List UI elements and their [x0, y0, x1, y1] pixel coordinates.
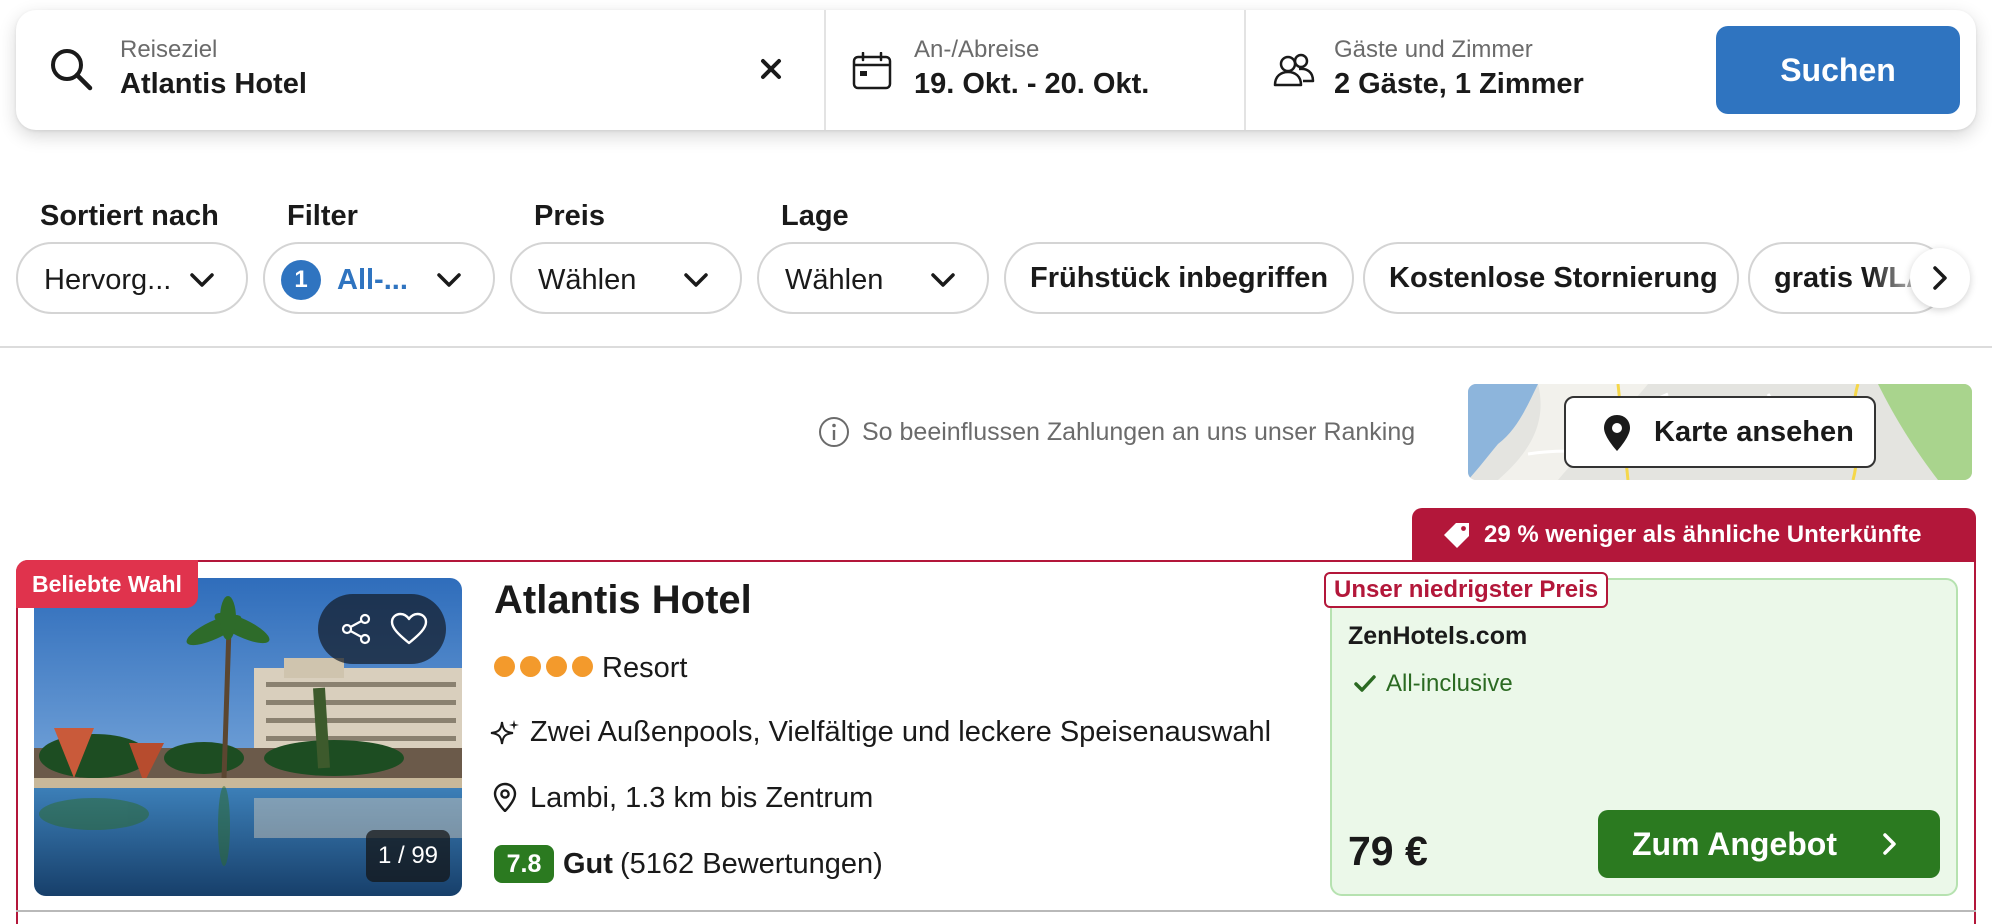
price-label: Preis: [534, 200, 605, 232]
check-icon: [1354, 675, 1376, 692]
deal-ribbon-text: 29 % weniger als ähnliche Unterkünfte: [1484, 521, 1922, 548]
view-map-label: Karte ansehen: [1654, 416, 1854, 448]
photo-actions: [318, 594, 446, 664]
info-icon: [819, 417, 849, 447]
location-pin-icon: [493, 782, 517, 812]
price-dropdown[interactable]: Wählen: [510, 242, 742, 314]
chevron-right-icon: [1933, 266, 1947, 290]
star-icon: [572, 656, 593, 677]
tag-icon: [1444, 523, 1469, 548]
section-divider: [0, 346, 1992, 348]
destination-value[interactable]: Atlantis Hotel: [120, 68, 307, 101]
star-icon: [494, 656, 515, 677]
guests-label: Gäste und Zimmer: [1334, 36, 1533, 63]
sparkle-icon: [490, 720, 519, 745]
ranking-text: So beeinflussen Zahlungen an uns unser R…: [862, 418, 1416, 446]
guests-value[interactable]: 2 Gäste, 1 Zimmer: [1334, 68, 1584, 101]
calendar-icon: [852, 52, 892, 90]
star-icon: [546, 656, 567, 677]
chevron-down-icon: [684, 273, 708, 287]
view-offer-label: Zum Angebot: [1632, 826, 1837, 862]
card-divider: [16, 910, 1976, 912]
photo-counter: 1 / 99: [366, 830, 450, 882]
star-icon: [520, 656, 541, 677]
board-text: All-inclusive: [1386, 670, 1513, 697]
hotel-name[interactable]: Atlantis Hotel: [494, 578, 752, 623]
star-rating: [494, 656, 598, 680]
chip-free-cancellation[interactable]: Kostenlose Stornierung: [1363, 242, 1739, 314]
map-pin-icon: [1604, 415, 1630, 451]
guests-field[interactable]: Gäste und Zimmer 2 Gäste, 1 Zimmer: [1244, 10, 1704, 130]
chevron-down-icon: [931, 273, 955, 287]
price-value: Wählen: [538, 264, 637, 296]
dates-field[interactable]: An-/Abreise 19. Okt. - 20. Okt.: [824, 10, 1244, 130]
filter-value: All-...: [337, 264, 408, 296]
chevron-down-icon: [190, 273, 214, 287]
chip-breakfast[interactable]: Frühstück inbegriffen: [1004, 242, 1354, 314]
view-map-button[interactable]: Karte ansehen: [1564, 396, 1876, 468]
rating-word: Gut: [563, 848, 613, 880]
scroll-right-button[interactable]: [1910, 248, 1970, 308]
dates-label: An-/Abreise: [914, 36, 1040, 63]
heart-icon[interactable]: [390, 612, 428, 646]
review-count-link[interactable]: (5162 Bewertungen): [620, 848, 883, 881]
rating-score-badge: 7.8: [494, 845, 554, 883]
search-button[interactable]: Suchen: [1716, 26, 1960, 114]
guests-icon: [1273, 53, 1315, 87]
search-bar: Reiseziel Atlantis Hotel An-/Abreise 19.…: [16, 10, 1976, 130]
chevron-right-icon: [1883, 833, 1896, 855]
filter-dropdown[interactable]: 1 All-...: [263, 242, 495, 314]
location-text: Lambi, 1.3 km bis Zentrum: [530, 782, 874, 814]
search-icon: [51, 49, 93, 91]
location-value: Wählen: [785, 264, 884, 296]
view-offer-button[interactable]: Zum Angebot: [1598, 810, 1940, 878]
filter-count-badge: 1: [281, 260, 321, 300]
sort-value: Hervorg...: [44, 264, 172, 296]
location-dropdown[interactable]: Wählen: [757, 242, 989, 314]
destination-label: Reiseziel: [120, 36, 218, 63]
sort-dropdown[interactable]: Hervorg...: [16, 242, 248, 314]
location-label: Lage: [781, 200, 849, 232]
chevron-down-icon: [437, 273, 461, 287]
destination-field[interactable]: Reiseziel Atlantis Hotel: [16, 10, 824, 130]
dates-value[interactable]: 19. Okt. - 20. Okt.: [914, 68, 1149, 101]
provider-name: ZenHotels.com: [1348, 622, 1528, 650]
hotel-type: Resort: [602, 652, 688, 684]
filter-label: Filter: [287, 200, 358, 232]
popular-badge: Beliebte Wahl: [16, 560, 198, 608]
amenities-text: Zwei Außenpools, Vielfältige und leckere…: [530, 716, 1272, 748]
share-icon[interactable]: [340, 613, 372, 645]
lowest-price-badge: Unser niedrigster Preis: [1324, 572, 1609, 608]
deal-ribbon: 29 % weniger als ähnliche Unterkünfte: [1412, 508, 1976, 560]
clear-icon[interactable]: [756, 54, 786, 84]
offer-price: 79 €: [1348, 828, 1428, 874]
sort-label: Sortiert nach: [40, 200, 219, 232]
